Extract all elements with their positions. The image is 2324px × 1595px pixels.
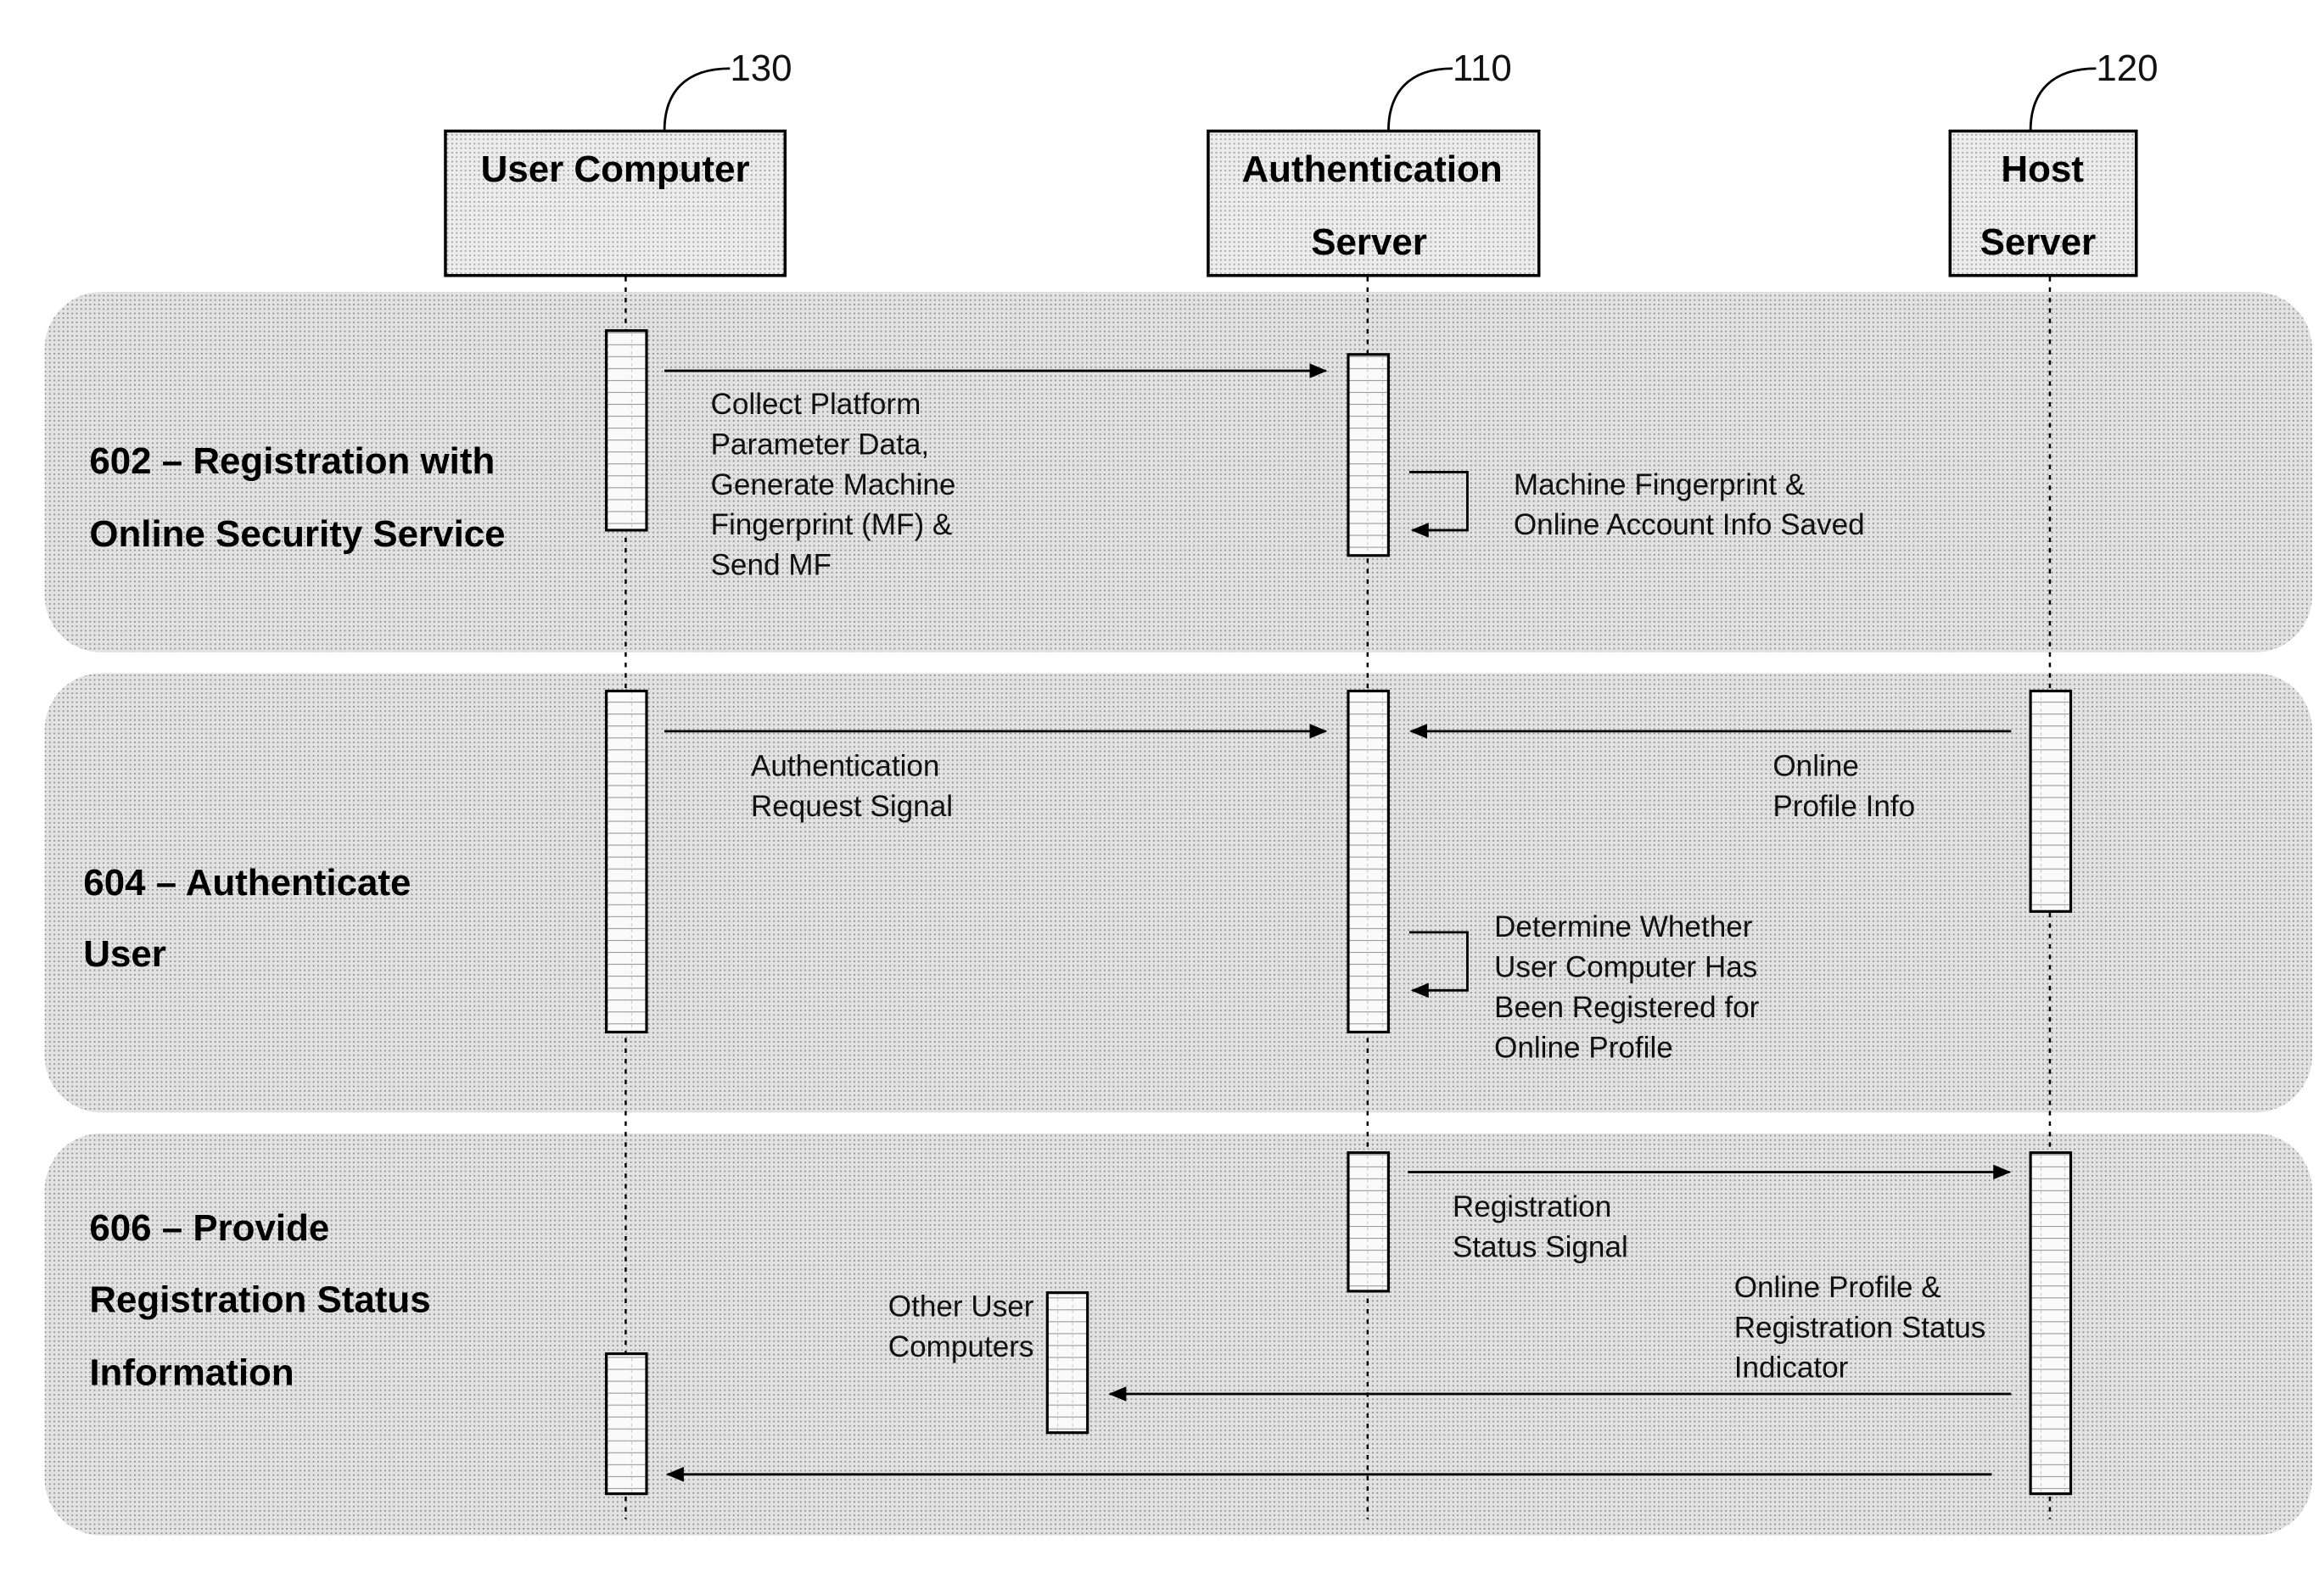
svg-text:Status Signal: Status Signal	[1453, 1231, 1628, 1264]
svg-text:Online: Online	[1772, 750, 1859, 783]
activation-auth-604	[1347, 689, 1390, 1034]
activation-user-606	[605, 1352, 648, 1496]
participant-name: Server	[1980, 221, 2097, 263]
svg-text:Authentication: Authentication	[751, 750, 940, 783]
participant-authentication-server: Authentication Server 110	[1207, 48, 1541, 277]
activation-user-602	[605, 329, 648, 532]
participant-user-computer: User Computer 130	[444, 48, 792, 277]
svg-text:Online Profile: Online Profile	[1494, 1031, 1673, 1064]
sequence-diagram: User Computer 130 Authentication Server …	[44, 48, 2312, 1536]
svg-text:Parameter Data,: Parameter Data,	[711, 428, 930, 461]
activation-other-users	[1045, 1291, 1089, 1435]
svg-text:Information: Information	[89, 1352, 294, 1393]
svg-text:Profile Info: Profile Info	[1772, 790, 1915, 823]
svg-text:Request Signal: Request Signal	[751, 790, 953, 823]
participant-name: Host	[2001, 148, 2084, 190]
participant-name: Authentication	[1241, 148, 1502, 190]
svg-text:Send MF: Send MF	[711, 549, 832, 582]
svg-text:Machine Fingerprint &: Machine Fingerprint &	[1514, 468, 1805, 501]
svg-text:Online Account Info Saved: Online Account Info Saved	[1514, 508, 1865, 541]
svg-text:Been Registered for: Been Registered for	[1494, 991, 1760, 1024]
svg-text:User: User	[83, 933, 166, 975]
activation-host-604	[2029, 689, 2073, 913]
reference-number: 130	[730, 48, 792, 89]
svg-text:Registration Status: Registration Status	[1734, 1311, 1986, 1344]
svg-text:Registration: Registration	[1453, 1190, 1611, 1223]
participant-name: User Computer	[481, 148, 750, 190]
leader-line	[1386, 67, 1453, 132]
svg-text:Online Security Service: Online Security Service	[89, 513, 505, 555]
svg-text:User Computer Has: User Computer Has	[1494, 951, 1757, 984]
reference-number: 120	[2096, 48, 2158, 89]
svg-text:Indicator: Indicator	[1734, 1352, 1849, 1385]
svg-text:Fingerprint (MF) &: Fingerprint (MF) &	[711, 508, 953, 541]
participant-host-server: Host Server 120	[1948, 48, 2159, 277]
svg-text:Registration Status: Registration Status	[89, 1279, 430, 1320]
svg-text:Computers: Computers	[888, 1330, 1034, 1363]
svg-text:602 – Registration with: 602 – Registration with	[89, 440, 495, 482]
svg-text:Other User: Other User	[888, 1290, 1034, 1324]
svg-text:Collect Platform: Collect Platform	[711, 388, 921, 421]
activation-auth-606	[1347, 1151, 1390, 1293]
leader-line	[663, 67, 731, 132]
svg-text:Online Profile &: Online Profile &	[1734, 1271, 1941, 1304]
activation-user-604	[605, 689, 648, 1034]
reference-number: 110	[1453, 48, 1512, 89]
svg-text:Determine Whether: Determine Whether	[1494, 910, 1753, 943]
activation-host-606	[2029, 1151, 2073, 1496]
svg-text:604 – Authenticate: 604 – Authenticate	[83, 862, 411, 904]
participant-name: Server	[1311, 221, 1427, 263]
leader-line	[2029, 67, 2097, 132]
activation-auth-602	[1347, 353, 1390, 557]
svg-text:Generate Machine: Generate Machine	[711, 468, 956, 501]
svg-text:606 – Provide: 606 – Provide	[89, 1207, 329, 1249]
